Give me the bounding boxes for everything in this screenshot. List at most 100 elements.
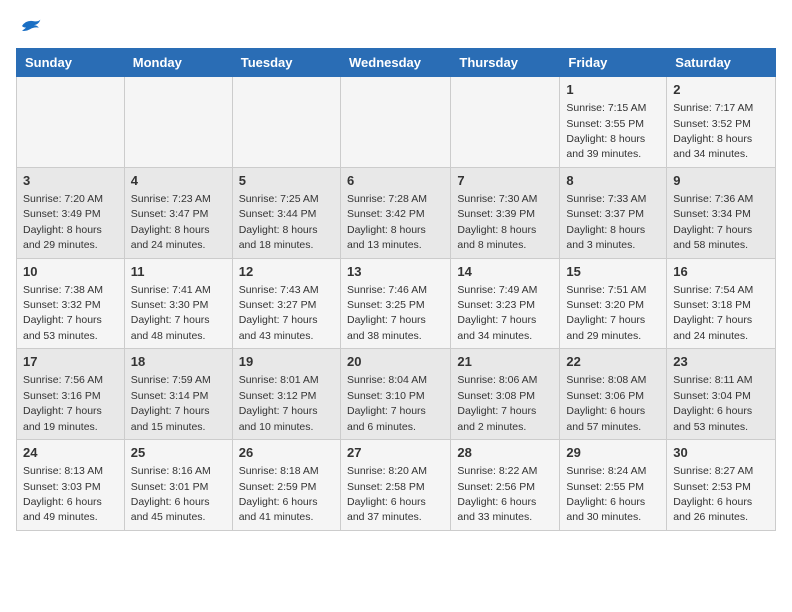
day-info: Sunrise: 8:27 AMSunset: 2:53 PMDaylight:… — [673, 465, 753, 523]
day-info: Sunrise: 7:41 AMSunset: 3:30 PMDaylight:… — [131, 284, 211, 342]
calendar-week-4: 17 Sunrise: 7:56 AMSunset: 3:16 PMDayligh… — [17, 349, 776, 440]
calendar-cell: 29Sunrise: 8:24 AMSunset: 2:55 PMDayligh… — [560, 440, 667, 531]
day-number: 1 — [566, 81, 660, 99]
calendar-cell: 15 Sunrise: 7:51 AMSunset: 3:20 PMDayligh… — [560, 258, 667, 349]
day-info: Sunrise: 7:46 AMSunset: 3:25 PMDaylight:… — [347, 284, 427, 342]
calendar-week-1: 1 Sunrise: 7:15 AMSunset: 3:55 PMDaylight… — [17, 77, 776, 168]
calendar-cell: 1 Sunrise: 7:15 AMSunset: 3:55 PMDaylight… — [560, 77, 667, 168]
day-info: Sunrise: 7:56 AMSunset: 3:16 PMDaylight:… — [23, 374, 103, 432]
day-number: 6 — [347, 172, 444, 190]
day-number: 16 — [673, 263, 769, 281]
day-number: 19 — [239, 353, 334, 371]
calendar-cell: 22 Sunrise: 8:08 AMSunset: 3:06 PMDayligh… — [560, 349, 667, 440]
day-info: Sunrise: 7:59 AMSunset: 3:14 PMDaylight:… — [131, 374, 211, 432]
day-number: 24 — [23, 444, 118, 462]
day-number: 22 — [566, 353, 660, 371]
day-number: 3 — [23, 172, 118, 190]
calendar-week-5: 24 Sunrise: 8:13 AMSunset: 3:03 PMDayligh… — [17, 440, 776, 531]
calendar-cell: 3 Sunrise: 7:20 AMSunset: 3:49 PMDaylight… — [17, 167, 125, 258]
calendar-cell: 2 Sunrise: 7:17 AMSunset: 3:52 PMDaylight… — [667, 77, 776, 168]
day-info: Sunrise: 7:33 AMSunset: 3:37 PMDaylight:… — [566, 193, 646, 251]
day-number: 25 — [131, 444, 226, 462]
calendar-cell: 14 Sunrise: 7:49 AMSunset: 3:23 PMDayligh… — [451, 258, 560, 349]
calendar-cell: 11 Sunrise: 7:41 AMSunset: 3:30 PMDayligh… — [124, 258, 232, 349]
calendar-cell: 23 Sunrise: 8:11 AMSunset: 3:04 PMDayligh… — [667, 349, 776, 440]
calendar-cell: 24 Sunrise: 8:13 AMSunset: 3:03 PMDayligh… — [17, 440, 125, 531]
weekday-header-friday: Friday — [560, 49, 667, 77]
calendar-cell: 5Sunrise: 7:25 AMSunset: 3:44 PMDaylight… — [232, 167, 340, 258]
calendar-cell: 27Sunrise: 8:20 AMSunset: 2:58 PMDayligh… — [340, 440, 450, 531]
day-number: 18 — [131, 353, 226, 371]
day-info: Sunrise: 7:51 AMSunset: 3:20 PMDaylight:… — [566, 284, 646, 342]
day-number: 26 — [239, 444, 334, 462]
day-info: Sunrise: 8:22 AMSunset: 2:56 PMDaylight:… — [457, 465, 537, 523]
weekday-header-wednesday: Wednesday — [340, 49, 450, 77]
calendar-cell: 17 Sunrise: 7:56 AMSunset: 3:16 PMDayligh… — [17, 349, 125, 440]
calendar-cell: 16 Sunrise: 7:54 AMSunset: 3:18 PMDayligh… — [667, 258, 776, 349]
day-info: Sunrise: 8:08 AMSunset: 3:06 PMDaylight:… — [566, 374, 646, 432]
day-info: Sunrise: 7:36 AMSunset: 3:34 PMDaylight:… — [673, 193, 753, 251]
day-number: 17 — [23, 353, 118, 371]
calendar-cell: 18 Sunrise: 7:59 AMSunset: 3:14 PMDayligh… — [124, 349, 232, 440]
calendar-cell: 10 Sunrise: 7:38 AMSunset: 3:32 PMDayligh… — [17, 258, 125, 349]
calendar-cell: 6 Sunrise: 7:28 AMSunset: 3:42 PMDaylight… — [340, 167, 450, 258]
day-info: Sunrise: 7:49 AMSunset: 3:23 PMDaylight:… — [457, 284, 537, 342]
day-number: 9 — [673, 172, 769, 190]
calendar-cell: 12Sunrise: 7:43 AMSunset: 3:27 PMDayligh… — [232, 258, 340, 349]
logo-bird-icon — [18, 16, 42, 36]
day-number: 20 — [347, 353, 444, 371]
calendar-cell: 25 Sunrise: 8:16 AMSunset: 3:01 PMDayligh… — [124, 440, 232, 531]
day-info: Sunrise: 8:13 AMSunset: 3:03 PMDaylight:… — [23, 465, 103, 523]
day-info: Sunrise: 7:43 AMSunset: 3:27 PMDaylight:… — [239, 284, 319, 342]
page-header — [16, 16, 776, 36]
day-info: Sunrise: 7:15 AMSunset: 3:55 PMDaylight:… — [566, 102, 646, 160]
calendar-cell: 20 Sunrise: 8:04 AMSunset: 3:10 PMDayligh… — [340, 349, 450, 440]
day-info: Sunrise: 8:01 AMSunset: 3:12 PMDaylight:… — [239, 374, 319, 432]
day-number: 27 — [347, 444, 444, 462]
day-number: 30 — [673, 444, 769, 462]
day-info: Sunrise: 7:28 AMSunset: 3:42 PMDaylight:… — [347, 193, 427, 251]
day-info: Sunrise: 7:30 AMSunset: 3:39 PMDaylight:… — [457, 193, 537, 251]
day-number: 23 — [673, 353, 769, 371]
day-info: Sunrise: 8:24 AMSunset: 2:55 PMDaylight:… — [566, 465, 646, 523]
calendar-cell: 21 Sunrise: 8:06 AMSunset: 3:08 PMDayligh… — [451, 349, 560, 440]
day-number: 28 — [457, 444, 553, 462]
logo — [16, 16, 42, 36]
day-number: 21 — [457, 353, 553, 371]
day-number: 4 — [131, 172, 226, 190]
calendar-week-2: 3 Sunrise: 7:20 AMSunset: 3:49 PMDaylight… — [17, 167, 776, 258]
weekday-header-thursday: Thursday — [451, 49, 560, 77]
day-number: 10 — [23, 263, 118, 281]
day-number: 2 — [673, 81, 769, 99]
day-info: Sunrise: 8:04 AMSunset: 3:10 PMDaylight:… — [347, 374, 427, 432]
weekday-header-sunday: Sunday — [17, 49, 125, 77]
day-info: Sunrise: 7:38 AMSunset: 3:32 PMDaylight:… — [23, 284, 103, 342]
calendar-cell — [17, 77, 125, 168]
day-number: 8 — [566, 172, 660, 190]
weekday-header-monday: Monday — [124, 49, 232, 77]
calendar-cell: 13 Sunrise: 7:46 AMSunset: 3:25 PMDayligh… — [340, 258, 450, 349]
day-number: 13 — [347, 263, 444, 281]
day-info: Sunrise: 8:16 AMSunset: 3:01 PMDaylight:… — [131, 465, 211, 523]
calendar-cell: 26 Sunrise: 8:18 AMSunset: 2:59 PMDayligh… — [232, 440, 340, 531]
day-info: Sunrise: 8:18 AMSunset: 2:59 PMDaylight:… — [239, 465, 319, 523]
day-info: Sunrise: 7:54 AMSunset: 3:18 PMDaylight:… — [673, 284, 753, 342]
calendar-cell — [124, 77, 232, 168]
calendar-table: SundayMondayTuesdayWednesdayThursdayFrid… — [16, 48, 776, 531]
calendar-cell: 9 Sunrise: 7:36 AMSunset: 3:34 PMDaylight… — [667, 167, 776, 258]
calendar-cell — [232, 77, 340, 168]
day-info: Sunrise: 7:20 AMSunset: 3:49 PMDaylight:… — [23, 193, 103, 251]
day-number: 14 — [457, 263, 553, 281]
day-info: Sunrise: 7:17 AMSunset: 3:52 PMDaylight:… — [673, 102, 753, 160]
calendar-cell: 28 Sunrise: 8:22 AMSunset: 2:56 PMDayligh… — [451, 440, 560, 531]
day-info: Sunrise: 8:11 AMSunset: 3:04 PMDaylight:… — [673, 374, 752, 432]
day-number: 15 — [566, 263, 660, 281]
calendar-cell — [340, 77, 450, 168]
calendar-cell: 19 Sunrise: 8:01 AMSunset: 3:12 PMDayligh… — [232, 349, 340, 440]
calendar-header-row: SundayMondayTuesdayWednesdayThursdayFrid… — [17, 49, 776, 77]
calendar-week-3: 10 Sunrise: 7:38 AMSunset: 3:32 PMDayligh… — [17, 258, 776, 349]
day-info: Sunrise: 7:25 AMSunset: 3:44 PMDaylight:… — [239, 193, 319, 251]
day-info: Sunrise: 8:06 AMSunset: 3:08 PMDaylight:… — [457, 374, 537, 432]
day-number: 11 — [131, 263, 226, 281]
day-number: 7 — [457, 172, 553, 190]
